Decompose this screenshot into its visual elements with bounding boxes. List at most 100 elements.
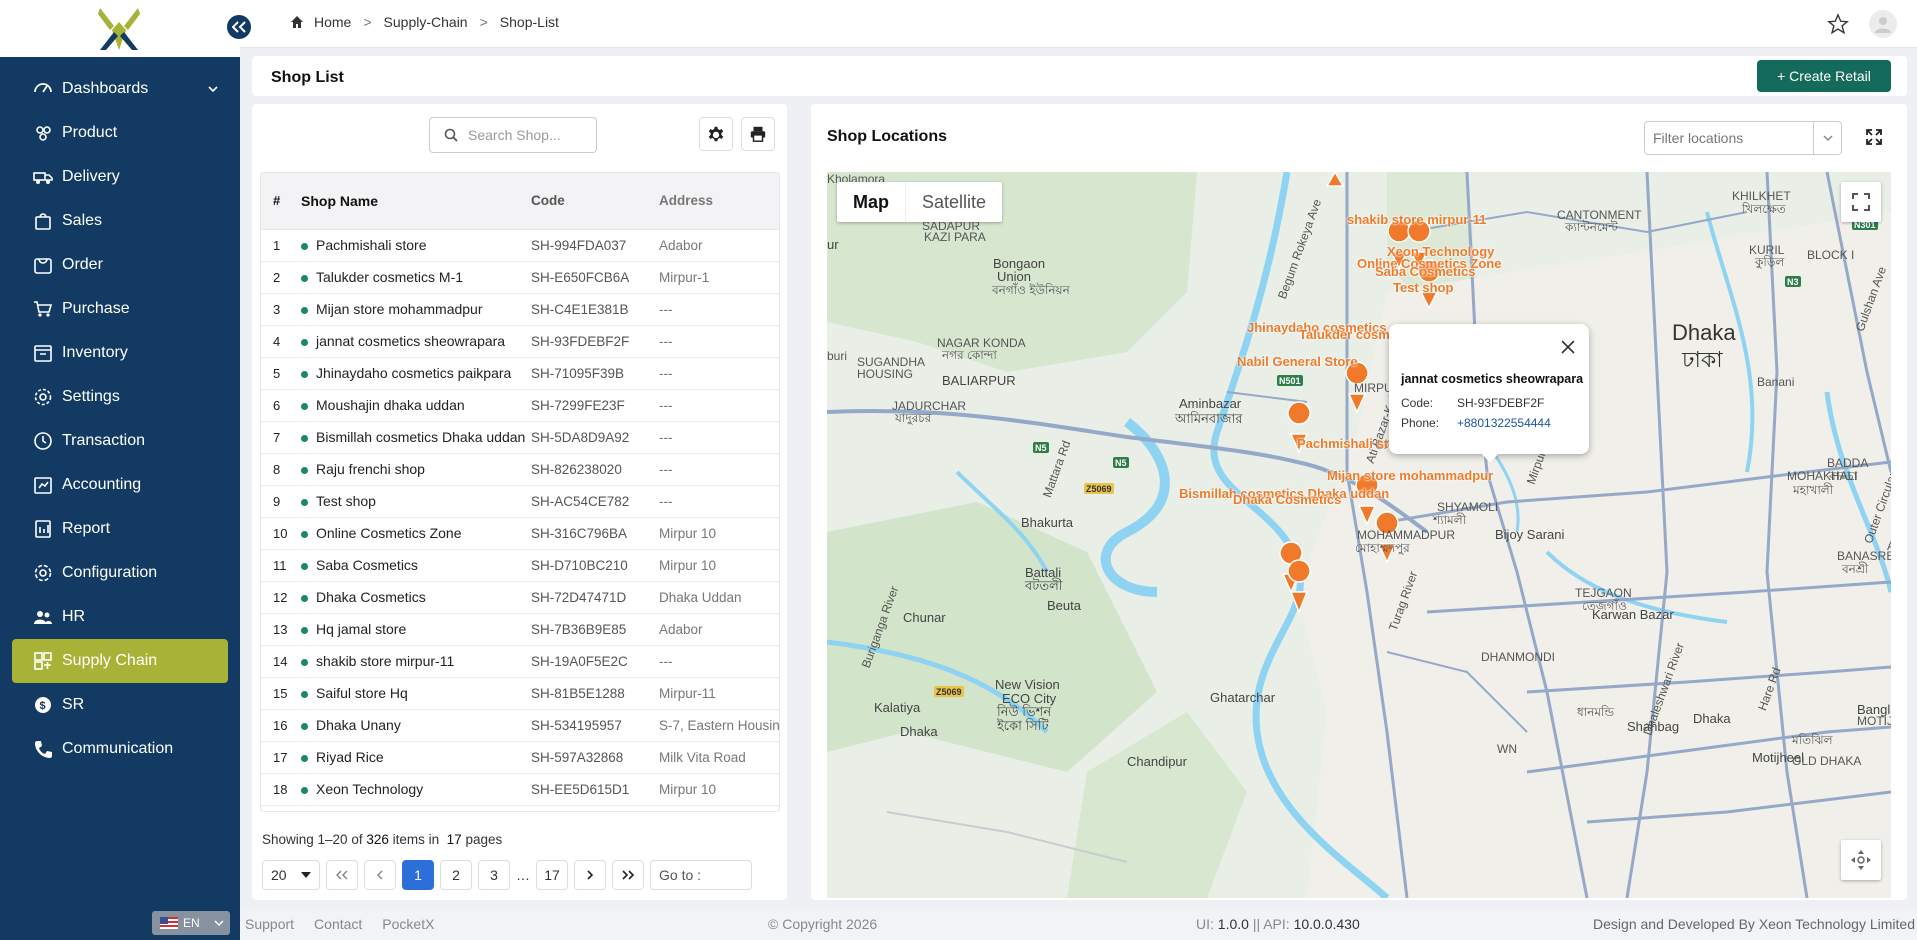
previous-page-button[interactable]	[364, 860, 396, 890]
topbar-actions	[1827, 10, 1897, 38]
last-page-button[interactable]	[612, 860, 644, 890]
table-row[interactable]: 1 Pachmishali store SH-994FDA037 Adabor	[261, 229, 779, 262]
map-view-button[interactable]: Map	[837, 182, 905, 222]
map-pin-label[interactable]: Saba Cosmetics	[1375, 264, 1475, 279]
map-camera-control-button[interactable]	[1841, 840, 1881, 880]
shop-locations-panel: Shop Locations Filter locations N5 N5 Z5…	[811, 104, 1907, 900]
map-pin-label[interactable]: Mijan store mohammadpur	[1327, 468, 1493, 483]
map-pin-label[interactable]: Nabil General Store	[1237, 354, 1358, 369]
language-selector[interactable]: EN	[152, 911, 230, 935]
road-badge: Z5069	[936, 687, 962, 697]
row-number: 14	[261, 645, 291, 678]
table-row[interactable]: 9 Test shop SH-AC54CE782 ---	[261, 485, 779, 518]
table-row[interactable]: 8 Raju frenchi shop SH-826238020 ---	[261, 453, 779, 486]
table-row[interactable]: 13 Hq jamal store SH-7B36B9E85 Adabor	[261, 613, 779, 646]
table-row[interactable]: 12 Dhaka Cosmetics SH-72D47471D Dhaka Uddan	[261, 581, 779, 614]
breadcrumb-home[interactable]: Home	[314, 14, 351, 30]
home-icon[interactable]	[290, 15, 304, 29]
sidebar-item-order[interactable]: Order	[12, 243, 228, 287]
sidebar-item-sales[interactable]: Sales	[12, 199, 228, 243]
star-icon[interactable]	[1827, 13, 1849, 35]
sidebar-item-transaction[interactable]: Transaction	[12, 419, 228, 463]
table-row[interactable]: 11 Saba Cosmetics SH-D710BC210 Mirpur 10	[261, 549, 779, 582]
sidebar-item-settings[interactable]: Settings	[12, 375, 228, 419]
column-header-address[interactable]: Address	[651, 173, 779, 230]
table-row[interactable]: 4 jannat cosmetics sheowrapara SH-93FDEBF2…	[261, 325, 779, 358]
column-header-code[interactable]: Code	[531, 173, 651, 230]
table-row[interactable]: 15 Saiful store Hq SH-81B5E1288 Mirpur-11	[261, 677, 779, 710]
table-row[interactable]: 17 Riyad Rice SH-597A32868 Milk Vita Road	[261, 741, 779, 774]
sidebar-item-supply-chain[interactable]: Supply Chain	[12, 639, 228, 683]
breadcrumb-supply-chain[interactable]: Supply-Chain	[384, 14, 468, 30]
sidebar-item-configuration[interactable]: Configuration	[12, 551, 228, 595]
sidebar-item-sr[interactable]: $ SR	[12, 683, 228, 727]
next-page-button[interactable]	[574, 860, 606, 890]
footer-link-support[interactable]: Support	[245, 916, 294, 932]
info-window-close-button[interactable]	[1561, 340, 1575, 358]
map-place-label: buri	[827, 349, 848, 363]
search-input[interactable]: Search Shop...	[429, 117, 597, 153]
sidebar-item-communication[interactable]: Communication	[12, 727, 228, 771]
column-header-shop-name[interactable]: Shop Name	[291, 173, 531, 230]
info-window-code-row: Code: SH-93FDEBF2F	[1401, 396, 1544, 410]
print-button[interactable]	[741, 117, 775, 151]
table-row[interactable]: 3 Mijan store mohammadpur SH-C4E1E381B ---	[261, 293, 779, 326]
status-dot-icon	[301, 754, 308, 762]
shop-name: Moushajin dhaka uddan	[316, 397, 465, 413]
first-page-button[interactable]	[326, 860, 358, 890]
table-row[interactable]: 2 Talukder cosmetics M-1 SH-E650FCB6A Mirpu…	[261, 261, 779, 294]
footer-link-pocketx[interactable]: PocketX	[382, 916, 434, 932]
status-dot-icon	[301, 690, 308, 698]
expand-panel-button[interactable]	[1865, 128, 1883, 150]
page-button[interactable]: 17	[536, 860, 568, 890]
create-retail-button[interactable]: + Create Retail	[1757, 60, 1891, 92]
info-window-phone-link[interactable]: +8801322554444	[1457, 416, 1551, 430]
sidebar-item-report[interactable]: Report	[12, 507, 228, 551]
goto-page-input[interactable]: Go to :	[650, 860, 752, 890]
status-dot-icon	[301, 626, 308, 634]
logo[interactable]	[0, 0, 240, 57]
map-pin-label[interactable]: Dhaka Cosmetics	[1233, 492, 1341, 507]
table-row[interactable]: 5 Jhinaydaho cosmetics paikpara SH-71095F3…	[261, 357, 779, 390]
table-row[interactable]: 7 Bismillah cosmetics Dhaka uddan SH-5DA8D…	[261, 421, 779, 454]
collapse-sidebar-button[interactable]	[225, 13, 253, 41]
table-row[interactable]: 18 Xeon Technology SH-EE5D615D1 Mirpur 10	[261, 773, 779, 806]
table-row[interactable]: 10 Online Cosmetics Zone SH-316C796BA Mirpu…	[261, 517, 779, 550]
sidebar-item-inventory[interactable]: Inventory	[12, 331, 228, 375]
sidebar-item-dashboards[interactable]: Dashboards	[12, 67, 228, 111]
page-button[interactable]: 3	[478, 860, 510, 890]
satellite-view-button[interactable]: Satellite	[905, 182, 1002, 222]
road-badge: N3	[1787, 277, 1799, 287]
map-pin-label[interactable]: Test shop	[1393, 280, 1453, 295]
footer-link-contact[interactable]: Contact	[314, 916, 362, 932]
sidebar-item-delivery[interactable]: Delivery	[12, 155, 228, 199]
supply-chain-icon	[32, 650, 54, 672]
table-row[interactable]: 6 Moushajin dhaka uddan SH-7299FE23F ---	[261, 389, 779, 422]
sidebar-item-purchase[interactable]: Purchase	[12, 287, 228, 331]
filter-locations-select[interactable]: Filter locations	[1644, 121, 1842, 155]
page-button[interactable]: 2	[440, 860, 472, 890]
map-place-label: ইকো সিটি	[997, 718, 1049, 733]
row-number: 12	[261, 581, 291, 614]
total-items: 326	[366, 832, 389, 847]
map-fullscreen-button[interactable]	[1841, 182, 1881, 222]
map-pin-label[interactable]: shakib store mirpur-11	[1347, 212, 1486, 227]
table-row[interactable]: 16 Dhaka Unany SH-534195957 S-7, Eastern Ho…	[261, 709, 779, 742]
shop-map[interactable]: N5 N5 Z5069 Z5069 N501 N301 N3 Bongaon Un…	[827, 172, 1891, 898]
row-number: 5	[261, 357, 291, 390]
sidebar-item-product[interactable]: Product	[12, 111, 228, 155]
developer-company-link[interactable]: Xeon Technology Limited	[1759, 916, 1915, 932]
sidebar-item-hr[interactable]: HR	[12, 595, 228, 639]
avatar[interactable]	[1869, 10, 1897, 38]
page-size-select[interactable]: 20	[262, 860, 320, 890]
settings-button[interactable]	[699, 117, 733, 151]
row-number: 9	[261, 485, 291, 518]
shop-address: Milk Vita Road	[651, 741, 779, 774]
shop-name-cell: jannat cosmetics sheowrapara	[291, 325, 531, 358]
map-place-label: Dhaka	[1693, 711, 1731, 726]
map-place-label: কুড়িল	[1755, 255, 1785, 269]
page-button[interactable]: 1	[402, 860, 434, 890]
sidebar-item-accounting[interactable]: Accounting	[12, 463, 228, 507]
dashboard-icon	[32, 78, 54, 100]
table-row[interactable]: 14 shakib store mirpur-11 SH-19A0F5E2C ---	[261, 645, 779, 678]
